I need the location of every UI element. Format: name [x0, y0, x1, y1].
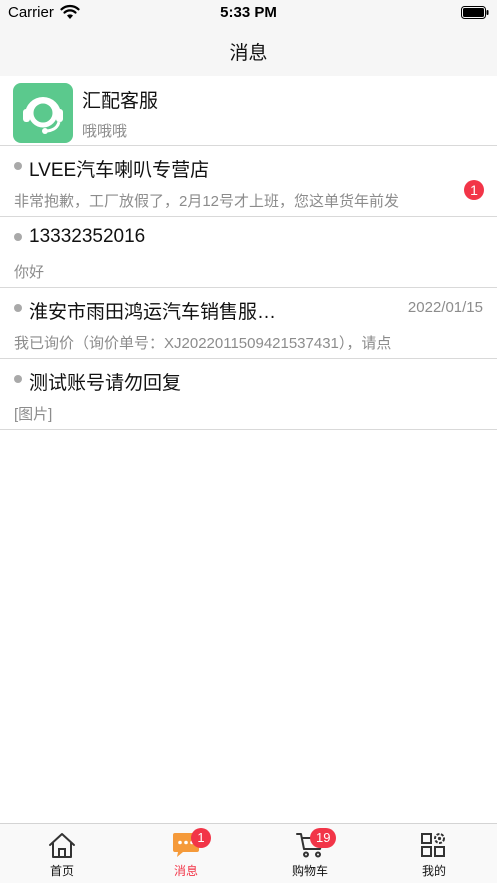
- home-icon: [49, 833, 75, 858]
- status-dot: [14, 304, 22, 312]
- message-preview: 我已询价（询价单号：XJ2022011509421537431），请点: [14, 335, 392, 352]
- message-sender-name: 淮安市雨田鸿运汽车销售服…: [29, 302, 277, 323]
- profile-grid-icon: [421, 833, 445, 857]
- status-dot: [14, 375, 22, 383]
- message-date: 2022/01/15: [407, 299, 483, 316]
- tab-label: 我的: [421, 864, 446, 878]
- status-time: 5:33 PM: [220, 4, 277, 21]
- tab-profile[interactable]: 我的: [372, 824, 496, 883]
- message-sender-name: 测试账号请勿回复: [29, 373, 182, 394]
- tab-badge: 19: [310, 828, 337, 848]
- tab-badge: 1: [191, 828, 211, 848]
- status-dot: [14, 233, 22, 241]
- tab-bar: 首页 1 消息 19 购物车 我的: [0, 823, 497, 883]
- tab-label: 首页: [49, 864, 74, 878]
- tab-home[interactable]: 首页: [0, 824, 124, 883]
- tab-cart[interactable]: 19 购物车: [248, 824, 372, 883]
- status-bar: Carrier 5:33 PM: [0, 0, 497, 26]
- unread-badge: 1: [464, 180, 484, 200]
- message-preview: 你好: [14, 264, 45, 281]
- battery-icon: [461, 6, 489, 19]
- tab-label: 消息: [173, 864, 198, 878]
- message-row[interactable]: 13332352016 你好: [0, 217, 497, 288]
- message-row[interactable]: 淮安市雨田鸿运汽车销售服… 2022/01/15 我已询价（询价单号：XJ202…: [0, 288, 497, 359]
- message-sender-name: 13332352016: [29, 226, 146, 247]
- message-preview: 哦哦哦: [82, 123, 128, 140]
- message-row-customer-service[interactable]: 汇配客服 哦哦哦: [0, 77, 497, 146]
- message-list: 汇配客服 哦哦哦 LVEE汽车喇叭专营店 非常抱歉，工厂放假了，2月12号才上班…: [0, 77, 497, 430]
- message-sender-name: 汇配客服: [82, 91, 159, 112]
- message-row[interactable]: 测试账号请勿回复 [图片]: [0, 359, 497, 430]
- tab-messages[interactable]: 1 消息: [124, 824, 248, 883]
- message-sender-name: LVEE汽车喇叭专营店: [29, 160, 210, 181]
- headset-icon: [23, 97, 63, 134]
- tab-label: 购物车: [291, 864, 328, 878]
- nav-bar: 消息: [0, 26, 497, 76]
- avatar: [13, 83, 73, 143]
- page-title: 消息: [229, 43, 268, 64]
- message-preview: [图片]: [14, 406, 53, 423]
- message-row[interactable]: LVEE汽车喇叭专营店 非常抱歉，工厂放假了，2月12号才上班，您这单货年前发 …: [0, 146, 497, 217]
- message-preview: 非常抱歉，工厂放假了，2月12号才上班，您这单货年前发: [14, 193, 400, 210]
- status-dot: [14, 162, 22, 170]
